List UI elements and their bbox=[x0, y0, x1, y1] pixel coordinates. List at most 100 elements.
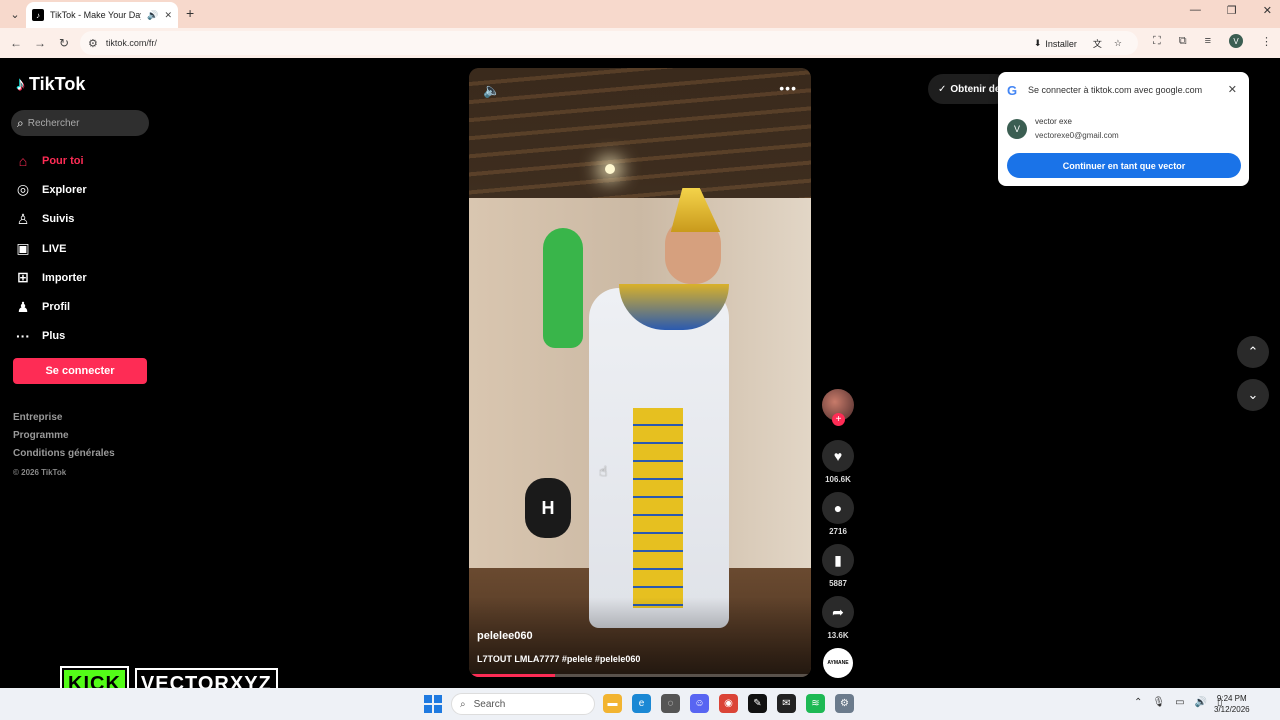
sidebar-item-label: LIVE bbox=[42, 242, 67, 255]
chrome-icon[interactable]: ◉ bbox=[719, 694, 738, 713]
footer-link-conditions[interactable]: Conditions générales bbox=[13, 448, 115, 466]
install-app-button[interactable]: ⬇ Installer 文 ☆ bbox=[1028, 35, 1128, 52]
plus-square-icon: ⊞ bbox=[17, 269, 29, 286]
new-tab-button[interactable]: + bbox=[186, 5, 194, 21]
sidebar-item-label: Profil bbox=[42, 301, 71, 314]
search-icon: ⌕ bbox=[460, 698, 466, 710]
clock-time: 9:24 PM bbox=[1216, 694, 1247, 703]
mouse-cursor-icon: ☝ bbox=[599, 463, 608, 479]
search-icon: ⌕ bbox=[17, 115, 24, 130]
sidebar-item-label: Pour toi bbox=[42, 154, 84, 167]
site-info-icon[interactable]: ⚙ bbox=[88, 37, 98, 50]
taskbar-clock[interactable]: 9:24 PM 3/12/2026 bbox=[1214, 693, 1250, 715]
sidebar-item-explorer[interactable]: ◎ Explorer bbox=[15, 175, 87, 204]
volume-icon[interactable]: 🔊 bbox=[1195, 697, 1207, 708]
video-progress-bar[interactable] bbox=[469, 674, 811, 677]
share-button[interactable]: ➦ bbox=[822, 596, 854, 628]
edge-icon[interactable]: e bbox=[632, 694, 651, 713]
save-button[interactable]: ▮ bbox=[822, 544, 854, 576]
sidebar-item-label: Plus bbox=[42, 330, 66, 343]
continue-as-button[interactable]: Continuer en tant que vector bbox=[1007, 153, 1241, 178]
person-icon: ♙ bbox=[16, 210, 30, 227]
chevron-down-icon: ⌄ bbox=[1247, 387, 1259, 402]
mail-icon[interactable]: ✉ bbox=[777, 694, 796, 713]
bookmark-star-icon[interactable]: ☆ bbox=[1114, 38, 1122, 49]
tiktok-note-icon: ♪ bbox=[16, 74, 25, 94]
taskbar-apps: ▬ e ◌ ☺ ◉ ✎ ✉ ≋ ⚙ bbox=[603, 694, 854, 713]
sidebar-item-plus[interactable]: ··· Plus bbox=[15, 322, 87, 351]
sidebar-item-live[interactable]: ▣ LIVE bbox=[15, 234, 87, 263]
sidebar-item-pour-toi[interactable]: ⌂ Pour toi bbox=[15, 146, 87, 175]
music-disc[interactable]: AYMANE bbox=[823, 648, 853, 678]
settings-app-icon[interactable]: ◌ bbox=[661, 694, 680, 713]
sidebar-item-importer[interactable]: ⊞ Importer bbox=[15, 263, 87, 292]
sidebar-item-label: Importer bbox=[42, 271, 87, 284]
restore-icon[interactable]: ❐ bbox=[1227, 4, 1237, 17]
creator-avatar[interactable]: + bbox=[822, 389, 854, 426]
sidebar-item-suivis[interactable]: ♙ Suivis bbox=[15, 205, 87, 234]
video-scene-belt bbox=[633, 408, 683, 608]
heart-icon: ♥ bbox=[833, 448, 843, 464]
comment-count: 2716 bbox=[829, 527, 847, 536]
windows-start-icon[interactable] bbox=[424, 695, 442, 713]
video-progress-fill bbox=[469, 674, 555, 677]
tiktok-logo[interactable]: ♪ TikTok bbox=[16, 74, 85, 95]
browser-menu-icon[interactable]: ⋮ bbox=[1261, 35, 1272, 48]
microphone-icon[interactable]: 🎙 bbox=[1152, 697, 1165, 708]
discord-icon[interactable]: ☺ bbox=[690, 694, 709, 713]
live-icon: ▣ bbox=[16, 240, 30, 257]
login-button[interactable]: Se connecter bbox=[13, 358, 147, 384]
search-input[interactable] bbox=[27, 117, 138, 129]
comment-button[interactable]: ● bbox=[822, 492, 854, 524]
browser-tab[interactable]: ♪ TikTok - Make Your Day 🔊 ✕ bbox=[26, 2, 178, 28]
video-author[interactable]: pelelee060 bbox=[477, 630, 533, 642]
profile-avatar[interactable]: V bbox=[1229, 34, 1243, 48]
video-player[interactable]: H 🔈 ••• pelelee060 L7TOUT LMLA7777 #pele… bbox=[469, 68, 811, 677]
get-app-label: Obtenir de bbox=[950, 83, 1001, 95]
file-explorer-icon[interactable]: ▬ bbox=[603, 694, 622, 713]
taskbar-search[interactable]: ⌕ Search bbox=[451, 693, 595, 715]
screenshot-icon[interactable]: ⛶ bbox=[1153, 35, 1161, 48]
close-icon[interactable]: ✕ bbox=[1228, 83, 1237, 96]
video-scene-lamp bbox=[605, 164, 615, 174]
more-icon: ··· bbox=[16, 328, 30, 345]
footer-link-entreprise[interactable]: Entreprise bbox=[13, 412, 115, 430]
sidebar-item-profil[interactable]: ♟ Profil bbox=[15, 292, 87, 321]
tiktok-favicon-icon: ♪ bbox=[32, 9, 44, 21]
translate-icon[interactable]: 文 bbox=[1093, 37, 1102, 50]
like-button[interactable]: ♥ bbox=[822, 440, 854, 472]
video-scene-helmet: H bbox=[525, 478, 571, 538]
reload-icon[interactable]: ↻ bbox=[52, 36, 76, 50]
footer-link-programme[interactable]: Programme bbox=[13, 430, 115, 448]
capcut-icon[interactable]: ✎ bbox=[748, 694, 767, 713]
gear-icon[interactable]: ⚙ bbox=[835, 694, 854, 713]
logo-text: TikTok bbox=[29, 74, 86, 94]
minimize-icon[interactable]: — bbox=[1190, 4, 1201, 17]
toolbar-right: ⛶ ⧉ ≡ V ⋮ bbox=[1153, 34, 1272, 48]
account-avatar: V bbox=[1007, 119, 1027, 139]
close-window-icon[interactable]: ✕ bbox=[1263, 4, 1272, 17]
display-icon[interactable]: ▭ bbox=[1175, 697, 1184, 708]
chevron-up-icon[interactable]: ⌃ bbox=[1134, 697, 1142, 708]
system-tray: ⌃ 🎙 ▭ 🔊 ▯ bbox=[1134, 697, 1223, 708]
address-bar[interactable]: ⚙ tiktok.com/fr/ ⬇ Installer 文 ☆ bbox=[80, 31, 1138, 55]
save-count: 5887 bbox=[829, 579, 847, 588]
video-scene-alien-balloon bbox=[543, 228, 583, 348]
speaker-icon[interactable]: 🔊 bbox=[147, 10, 158, 21]
previous-video-button[interactable]: ⌃ bbox=[1237, 336, 1269, 368]
extensions-icon[interactable]: ⧉ bbox=[1179, 35, 1187, 48]
share-count: 13.6K bbox=[827, 631, 849, 640]
back-icon[interactable]: ← bbox=[4, 36, 28, 50]
forward-icon[interactable]: → bbox=[28, 36, 52, 50]
tab-search-icon[interactable]: ⌄ bbox=[6, 5, 24, 23]
close-tab-icon[interactable]: ✕ bbox=[164, 10, 172, 21]
video-actions: + ♥ 106.6K ● 2716 ▮ 5887 ➦ 13.6K AYMANE bbox=[821, 389, 855, 678]
follow-plus-icon[interactable]: + bbox=[832, 413, 845, 426]
next-video-button[interactable]: ⌄ bbox=[1237, 379, 1269, 411]
media-control-icon[interactable]: ≡ bbox=[1205, 35, 1211, 47]
spotify-icon[interactable]: ≋ bbox=[806, 694, 825, 713]
more-options-icon[interactable]: ••• bbox=[779, 80, 797, 96]
like-count: 106.6K bbox=[825, 475, 851, 484]
volume-icon[interactable]: 🔈 bbox=[483, 82, 500, 99]
search-box: ⌕ bbox=[11, 110, 149, 136]
